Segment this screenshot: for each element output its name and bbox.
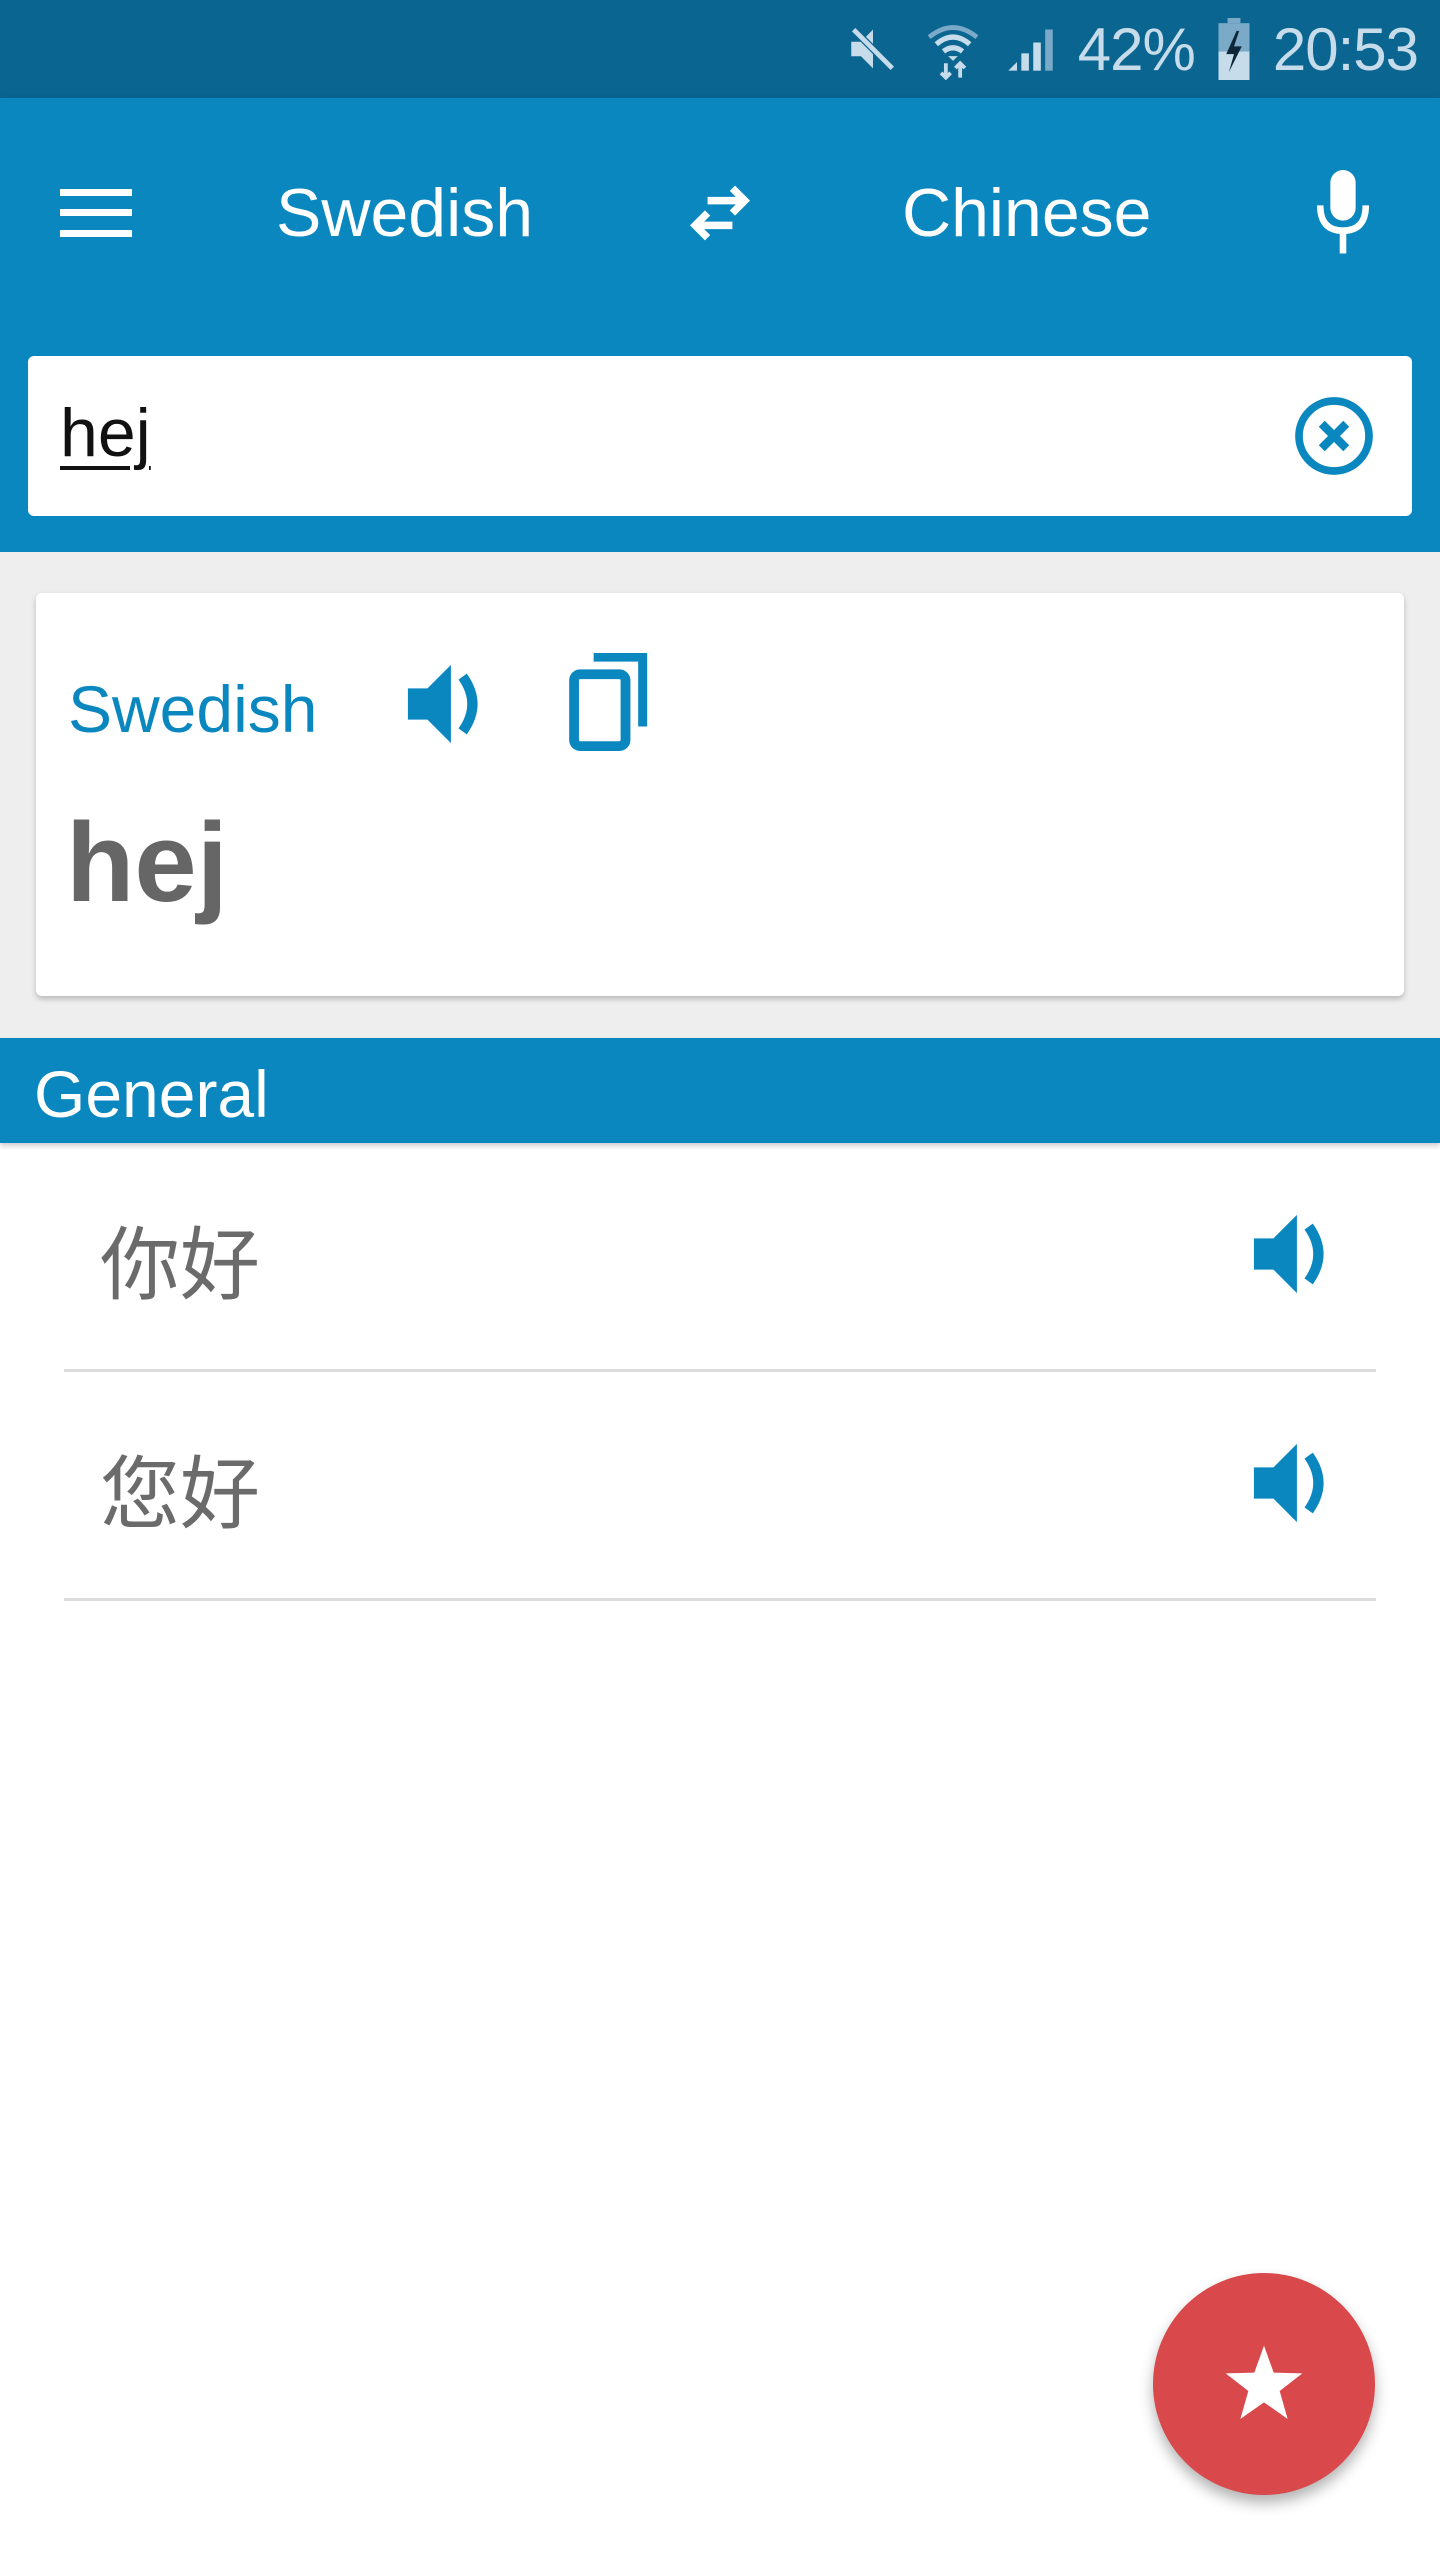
battery-percent: 42%	[1077, 15, 1196, 83]
translation-row[interactable]: 您好	[64, 1372, 1376, 1601]
toolbar: Swedish Chinese hej	[0, 98, 1440, 552]
search-input[interactable]: hej	[60, 394, 151, 472]
section-title: General	[34, 1057, 269, 1131]
clear-circle-icon[interactable]	[1292, 394, 1376, 478]
translation-row[interactable]: 你好	[64, 1143, 1376, 1372]
source-word-card: Swedish hej	[36, 593, 1404, 996]
signal-icon	[1008, 29, 1053, 71]
clock: 20:53	[1272, 15, 1419, 83]
swap-arrows-icon	[689, 185, 751, 241]
hamburger-menu-icon	[60, 189, 132, 237]
search-box[interactable]: hej	[28, 356, 1412, 516]
battery-charging-icon	[1218, 18, 1250, 80]
speaker-icon[interactable]	[406, 661, 488, 747]
source-word: hej	[66, 800, 228, 925]
mute-icon	[848, 24, 898, 74]
speaker-icon[interactable]	[1252, 1440, 1334, 1526]
star-icon	[1225, 2345, 1303, 2419]
source-language-label: Swedish	[276, 175, 534, 251]
source-language-button[interactable]: Swedish	[276, 98, 533, 328]
card-language-label: Swedish	[68, 672, 318, 746]
translation-text: 您好	[100, 1448, 260, 1541]
section-header-general: General	[0, 1038, 1440, 1143]
status-icons: 42% 20:53	[844, 0, 1419, 98]
favorite-fab-button[interactable]	[1153, 2273, 1375, 2495]
wifi-icon	[927, 25, 979, 80]
microphone-icon	[1316, 170, 1370, 254]
translation-text: 你好	[100, 1219, 260, 1312]
target-language-button[interactable]: Chinese	[902, 98, 1152, 328]
swap-languages-button[interactable]	[682, 98, 758, 328]
copy-icon[interactable]	[568, 653, 652, 751]
target-language-label: Chinese	[902, 175, 1152, 251]
status-bar: 42% 20:53	[0, 0, 1440, 98]
menu-button[interactable]	[58, 98, 134, 328]
speaker-icon[interactable]	[1252, 1211, 1334, 1297]
voice-input-button[interactable]	[1312, 98, 1374, 328]
